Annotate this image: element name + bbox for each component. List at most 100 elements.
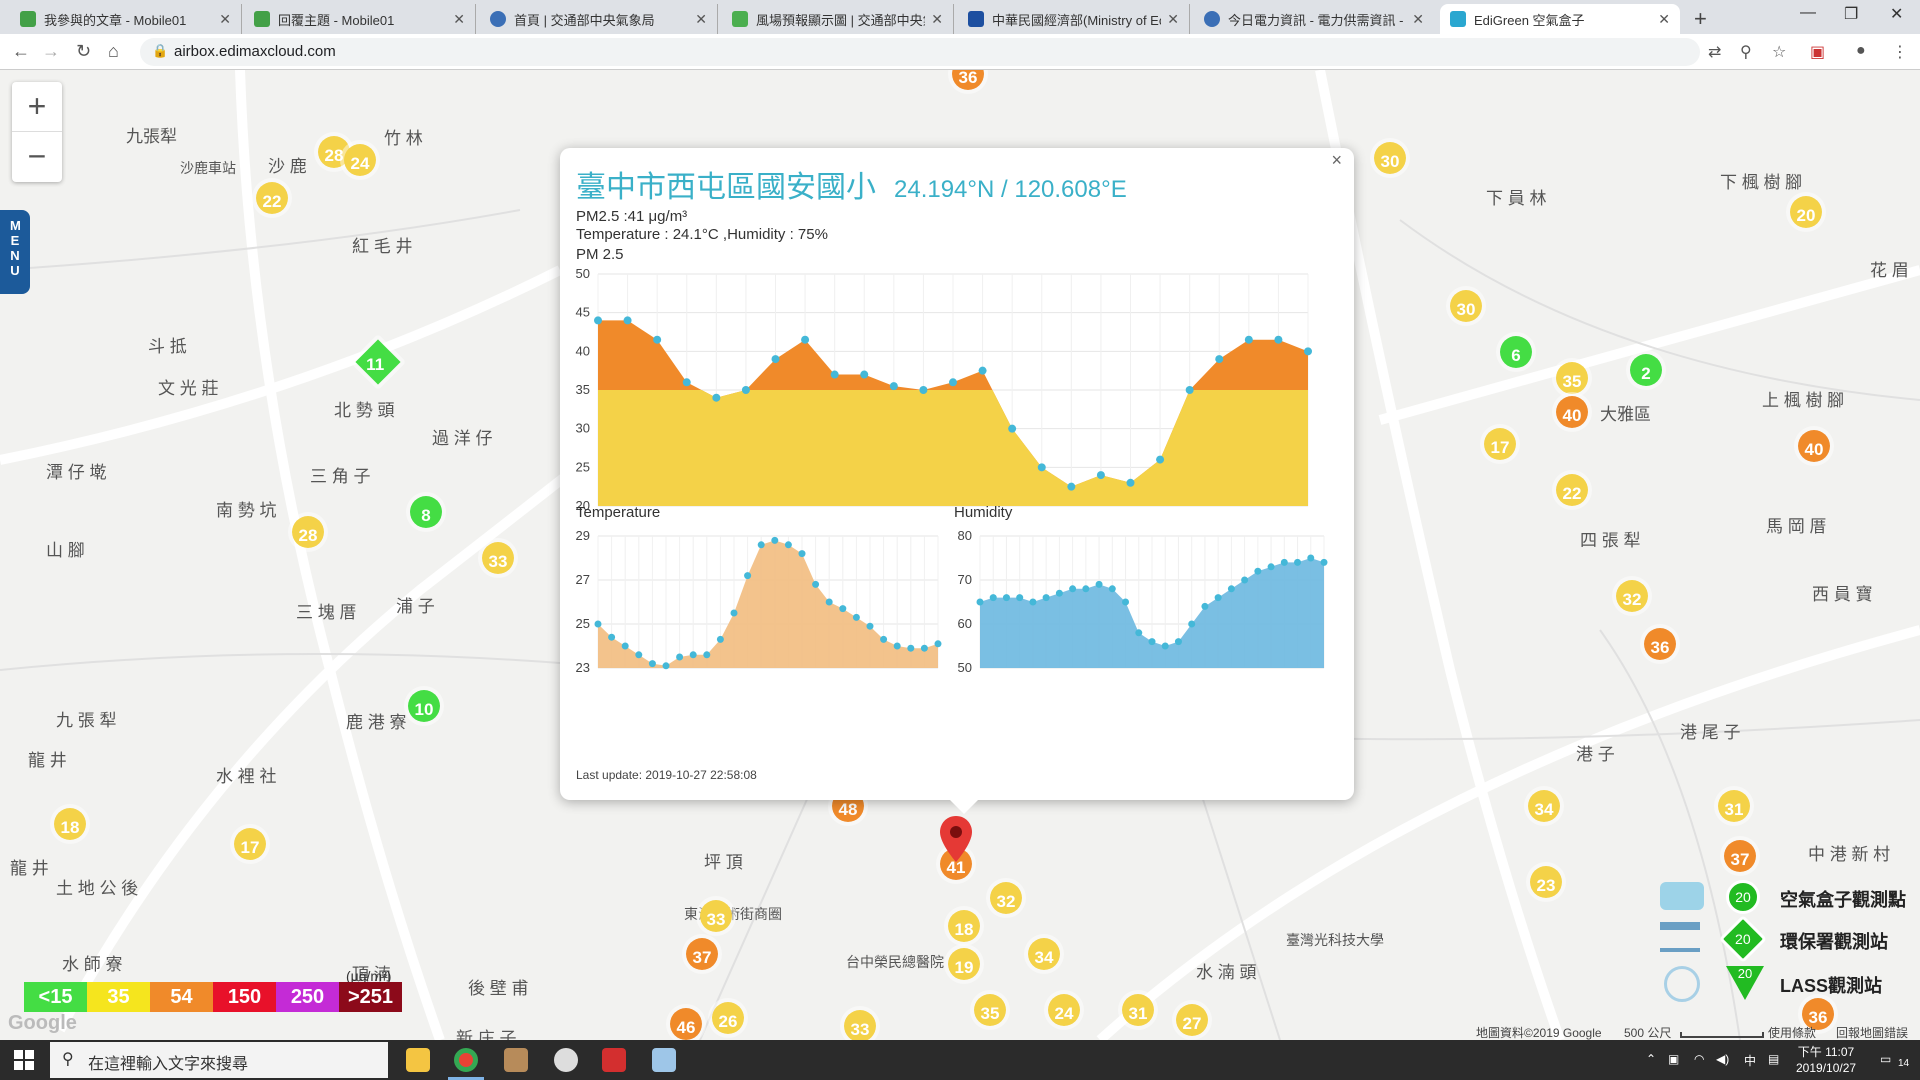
cwb-icon xyxy=(490,11,506,27)
menu-dots-icon[interactable]: ⋮ xyxy=(1892,42,1908,62)
air-station-marker[interactable]: 23 xyxy=(1526,862,1566,902)
air-station-marker[interactable]: 24 xyxy=(340,140,380,180)
place-label: 坪 頂 xyxy=(704,853,743,872)
close-tab-icon[interactable]: ✕ xyxy=(219,11,231,28)
air-station-marker[interactable]: 35 xyxy=(970,990,1010,1030)
air-station-marker[interactable]: 22 xyxy=(1552,470,1592,510)
app-icon[interactable] xyxy=(602,1048,626,1072)
report-error-link[interactable]: 回報地圖錯誤 xyxy=(1836,1024,1908,1040)
browser-tab[interactable]: 風場預報顯示圖 | 交通部中央氣 ✕ xyxy=(722,4,954,34)
close-tab-icon[interactable]: ✕ xyxy=(1167,11,1179,28)
lass-station-marker[interactable]: 30 xyxy=(1370,138,1410,178)
volume-icon[interactable]: ◀) xyxy=(1716,1052,1729,1066)
air-station-marker[interactable]: 40 xyxy=(1794,426,1834,466)
side-menu-button[interactable]: MENU xyxy=(0,210,30,294)
air-station-marker[interactable]: 31 xyxy=(1714,786,1754,826)
close-tab-icon[interactable]: ✕ xyxy=(1412,11,1424,28)
air-station-marker[interactable]: 32 xyxy=(1612,576,1652,616)
tray-chevron-icon[interactable]: ⌃ xyxy=(1646,1052,1656,1066)
zoom-control: + − xyxy=(12,82,62,182)
air-station-marker[interactable]: 30 xyxy=(1446,286,1486,326)
close-popup-button[interactable]: × xyxy=(1331,150,1342,171)
close-window-icon[interactable]: ✕ xyxy=(1890,4,1903,24)
new-tab-button[interactable]: + xyxy=(1694,6,1707,32)
notification-icon[interactable]: ▭ xyxy=(1880,1052,1891,1066)
terms-link[interactable]: 使用條款 xyxy=(1768,1024,1816,1040)
zoom-icon[interactable]: ⚲ xyxy=(1740,42,1752,62)
extension-icon[interactable]: ▣ xyxy=(1810,42,1825,62)
air-station-marker[interactable]: 27 xyxy=(1172,1000,1212,1040)
browser-tab[interactable]: 首頁 | 交通部中央氣象局 ✕ xyxy=(480,4,718,34)
back-icon[interactable]: ← xyxy=(12,41,30,62)
ime-indicator[interactable]: 中 xyxy=(1744,1052,1756,1069)
bookmark-star-icon[interactable]: ☆ xyxy=(1772,42,1786,62)
air-station-marker[interactable]: 32 xyxy=(986,878,1026,918)
air-station-marker[interactable]: 33 xyxy=(478,538,518,578)
air-station-marker[interactable]: 19 xyxy=(944,944,984,984)
wifi-icon[interactable]: ◠ xyxy=(1694,1052,1704,1066)
close-tab-icon[interactable]: ✕ xyxy=(931,11,943,28)
data-point xyxy=(949,378,957,387)
air-station-marker[interactable]: 26 xyxy=(708,998,748,1038)
chrome-icon[interactable] xyxy=(454,1048,478,1072)
security-tray-icon[interactable]: ▣ xyxy=(1668,1052,1679,1066)
air-station-marker[interactable]: 17 xyxy=(1480,424,1520,464)
app-icon[interactable] xyxy=(504,1048,528,1072)
air-station-marker[interactable]: 40 xyxy=(1552,392,1592,432)
address-bar[interactable]: 🔒 airbox.edimaxcloud.com xyxy=(140,38,1700,66)
maximize-icon[interactable]: ❐ xyxy=(1844,4,1858,24)
ime-mode-icon[interactable]: ▤ xyxy=(1768,1052,1779,1066)
place-label: 南 勢 坑 xyxy=(216,501,277,520)
profile-icon[interactable]: ● xyxy=(1856,42,1866,60)
browser-tab-active[interactable]: EdiGreen 空氣盒子 ✕ xyxy=(1440,4,1680,34)
app-icon[interactable] xyxy=(554,1048,578,1072)
data-point xyxy=(1185,386,1194,394)
air-station-marker[interactable]: 37 xyxy=(682,934,722,974)
browser-tab[interactable]: 回覆主題 - Mobile01 ✕ xyxy=(244,4,476,34)
air-station-marker[interactable]: 18 xyxy=(50,804,90,844)
air-station-marker[interactable]: 10 xyxy=(404,686,444,726)
close-tab-icon[interactable]: ✕ xyxy=(695,11,707,28)
air-station-marker[interactable]: 34 xyxy=(1024,934,1064,974)
zoom-in-button[interactable]: + xyxy=(12,82,62,132)
air-station-marker[interactable]: 37 xyxy=(1720,836,1760,876)
air-station-marker[interactable]: 2 xyxy=(1626,350,1666,390)
forward-icon[interactable]: → xyxy=(42,41,60,62)
air-station-marker[interactable]: 18 xyxy=(944,906,984,946)
home-icon[interactable]: ⌂ xyxy=(108,41,119,62)
windows-start-icon[interactable] xyxy=(14,1050,34,1070)
air-station-marker[interactable]: 8 xyxy=(406,492,446,532)
air-station-marker[interactable]: 17 xyxy=(230,824,270,864)
air-station-marker[interactable]: 46 xyxy=(666,1004,706,1040)
air-station-marker[interactable]: 22 xyxy=(252,178,292,218)
selected-location-pin-icon[interactable] xyxy=(938,814,974,864)
zoom-out-button[interactable]: − xyxy=(12,132,62,182)
air-station-marker[interactable]: 33 xyxy=(696,896,736,936)
map-canvas[interactable]: 九張犁 沙鹿車站 沙 鹿 竹 林 紅 毛 井 斗 抵 文 光 莊 北 勢 頭 過… xyxy=(0,70,1920,1040)
air-station-marker[interactable]: 36 xyxy=(1640,624,1680,664)
air-station-marker[interactable]: 28 xyxy=(288,512,328,552)
file-explorer-icon[interactable] xyxy=(406,1048,430,1072)
close-tab-icon[interactable]: ✕ xyxy=(453,11,465,28)
browser-tab[interactable]: 今日電力資訊 - 電力供需資訊 - 注 ✕ xyxy=(1194,4,1434,34)
taskbar-search-box[interactable]: ⚲ 在這裡輸入文字來搜尋 xyxy=(50,1042,388,1078)
air-station-marker[interactable]: 33 xyxy=(840,1006,880,1040)
air-station-marker[interactable]: 24 xyxy=(1044,990,1084,1030)
place-label: 上 楓 樹 腳 xyxy=(1762,391,1845,410)
browser-tab[interactable]: 中華民國經濟部(Ministry of Eco ✕ xyxy=(958,4,1190,34)
close-tab-icon[interactable]: ✕ xyxy=(1658,11,1670,28)
legend-level: <15 xyxy=(24,982,87,1012)
air-station-marker[interactable]: 34 xyxy=(1524,786,1564,826)
clock-time[interactable]: 下午 11:07 xyxy=(1796,1043,1856,1060)
app-icon[interactable] xyxy=(652,1048,676,1072)
air-station-marker[interactable]: 6 xyxy=(1496,332,1536,372)
air-station-marker[interactable]: 31 xyxy=(1118,990,1158,1030)
air-station-marker[interactable]: 20 xyxy=(1786,192,1826,232)
browser-tab[interactable]: 我參與的文章 - Mobile01 ✕ xyxy=(10,4,242,34)
data-point xyxy=(889,382,898,391)
translate-icon[interactable]: ⇄ xyxy=(1708,42,1721,62)
reload-icon[interactable]: ↻ xyxy=(76,41,91,62)
minimize-icon[interactable]: — xyxy=(1800,4,1816,22)
clock-date[interactable]: 2019/10/27 xyxy=(1796,1061,1856,1075)
airbox-type-label: 空氣盒子觀測點 xyxy=(1780,890,1906,910)
